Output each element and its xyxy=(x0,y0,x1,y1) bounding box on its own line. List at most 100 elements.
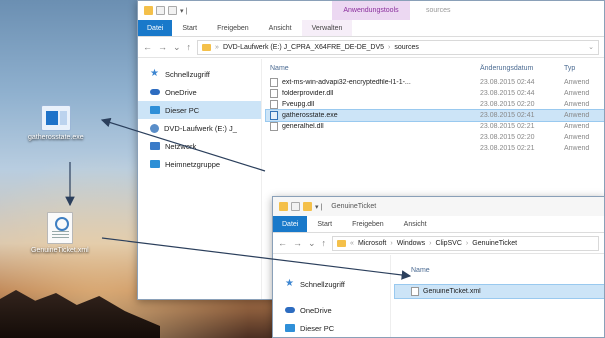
nav-item-onedrive[interactable]: OneDrive xyxy=(273,301,390,319)
desktop-icon-label: gatherosstate.exe xyxy=(28,134,84,141)
file-date: 23.08.2015 02:44 xyxy=(480,79,535,86)
cloud-icon xyxy=(285,307,295,313)
file-date: 23.08.2015 02:44 xyxy=(480,90,535,97)
forward-arrow-icon[interactable]: → xyxy=(158,42,167,52)
pc-icon xyxy=(150,106,160,114)
quick-access-chevron-icon[interactable]: ▾ | xyxy=(180,7,187,15)
back-arrow-icon[interactable]: ← xyxy=(278,238,287,248)
file-name: gatherosstate.exe xyxy=(282,112,338,119)
file-type: Anwend xyxy=(564,90,590,97)
dvd-icon xyxy=(150,123,159,133)
file-type: Anwend xyxy=(564,112,590,119)
tab-file[interactable]: Datei xyxy=(273,216,308,232)
table-row-selected[interactable]: GenuineTicket.xml xyxy=(394,284,604,299)
column-header-date[interactable]: Änderungsdatum xyxy=(480,65,533,72)
file-name: GenuineTicket.xml xyxy=(423,288,481,295)
column-header-name[interactable]: Name xyxy=(270,65,289,72)
address-bar[interactable]: » DVD-Laufwerk (E:) J_CPRA_X64FRE_DE-DE_… xyxy=(197,39,599,55)
tab-manage[interactable]: Verwalten xyxy=(301,20,353,36)
file-date: 23.08.2015 02:20 xyxy=(480,101,535,108)
tab-start[interactable]: Start xyxy=(307,216,342,232)
back-arrow-icon[interactable]: ← xyxy=(143,42,152,52)
properties-icon[interactable] xyxy=(291,202,300,211)
new-folder-icon[interactable] xyxy=(168,6,177,15)
breadcrumb-segment[interactable]: Microsoft xyxy=(358,240,386,247)
nav-item-this-pc[interactable]: Dieser PC xyxy=(273,319,390,337)
table-row[interactable]: ext-ms-win-advapi32-encryptedfile-l1-1-.… xyxy=(266,77,604,88)
exe-file-icon xyxy=(40,105,71,131)
file-name: generalhel.dll xyxy=(282,123,324,130)
file-name: folderprovider.dll xyxy=(282,90,334,97)
window-title: GenuineTicket xyxy=(331,203,377,210)
table-row[interactable]: 23.08.2015 02:20 Anwend xyxy=(266,132,604,143)
window-body: ★ Schnellzugriff OneDrive Dieser PC Name … xyxy=(273,255,604,337)
title-bar: ▾ | Anwendungstools sources xyxy=(138,1,604,20)
column-header-row: Name Änderungsdatum Typ xyxy=(266,59,604,77)
breadcrumb-segment[interactable]: DVD-Laufwerk (E:) J_CPRA_X64FRE_DE-DE_DV… xyxy=(223,44,384,51)
context-tab-label: Anwendungstools xyxy=(332,1,410,20)
window-title: sources xyxy=(426,7,451,14)
forward-arrow-icon[interactable]: → xyxy=(293,238,302,248)
file-type: Anwend xyxy=(564,101,590,108)
file-date: 23.08.2015 02:20 xyxy=(480,134,535,141)
tab-start[interactable]: Start xyxy=(172,20,207,36)
file-date: 23.08.2015 02:21 xyxy=(480,123,535,130)
file-date: 23.08.2015 02:41 xyxy=(480,112,535,119)
up-arrow-icon[interactable]: ↑ xyxy=(322,238,327,248)
homegroup-icon xyxy=(150,160,160,168)
recent-chevron-icon[interactable]: ⌄ xyxy=(173,42,181,53)
tab-view[interactable]: Ansicht xyxy=(259,20,302,36)
nav-item-dvd-drive[interactable]: DVD-Laufwerk (E:) J_ xyxy=(138,119,261,137)
breadcrumb-segment[interactable]: GenuineTicket xyxy=(472,240,517,247)
recent-chevron-icon[interactable]: ⌄ xyxy=(308,238,316,249)
tab-view[interactable]: Ansicht xyxy=(394,216,437,232)
navigation-bar: ← → ⌄ ↑ « Microsoft › Windows › ClipSVC … xyxy=(273,233,604,254)
nav-item-quick-access[interactable]: ★ Schnellzugriff xyxy=(273,275,390,293)
tab-share[interactable]: Freigeben xyxy=(342,216,394,232)
quick-access-chevron-icon[interactable]: ▾ | xyxy=(315,203,322,211)
desktop-icon-gatherosstate[interactable]: gatherosstate.exe xyxy=(28,105,84,141)
desktop-icon-genuineticket[interactable]: GenuineTicket.xml xyxy=(31,212,89,254)
breadcrumb-segment[interactable]: ClipSVC xyxy=(435,240,461,247)
column-header-name[interactable]: Name xyxy=(411,267,430,274)
file-icon xyxy=(270,89,278,98)
file-type: Anwend xyxy=(564,123,590,130)
breadcrumb-segment[interactable]: Windows xyxy=(397,240,425,247)
file-icon xyxy=(270,100,278,109)
star-icon: ★ xyxy=(285,278,294,289)
table-row[interactable]: Fveupg.dll 23.08.2015 02:20 Anwend xyxy=(266,99,604,110)
new-folder-icon[interactable] xyxy=(303,202,312,211)
file-icon xyxy=(270,78,278,87)
table-row-selected[interactable]: gatherosstate.exe 23.08.2015 02:41 Anwen… xyxy=(265,109,604,122)
tab-share[interactable]: Freigeben xyxy=(207,20,259,36)
column-header-type[interactable]: Typ xyxy=(564,65,575,72)
file-icon xyxy=(270,122,278,131)
table-row[interactable]: generalhel.dll 23.08.2015 02:21 Anwend xyxy=(266,121,604,132)
title-bar: ▾ | GenuineTicket xyxy=(273,197,604,216)
xml-file-icon xyxy=(411,287,419,296)
nav-item-network[interactable]: Netzwerk xyxy=(138,137,261,155)
file-name: Fveupg.dll xyxy=(282,101,315,108)
breadcrumb-segment[interactable]: sources xyxy=(394,44,419,51)
table-row[interactable]: folderprovider.dll 23.08.2015 02:44 Anwe… xyxy=(266,88,604,99)
up-arrow-icon[interactable]: ↑ xyxy=(187,42,192,52)
exe-file-icon xyxy=(270,111,278,120)
table-row[interactable]: 23.08.2015 02:21 Anwend xyxy=(266,143,604,154)
folder-icon xyxy=(337,239,347,247)
nav-item-onedrive[interactable]: OneDrive xyxy=(138,83,261,101)
properties-icon[interactable] xyxy=(156,6,165,15)
navigation-bar: ← → ⌄ ↑ » DVD-Laufwerk (E:) J_CPRA_X64FR… xyxy=(138,37,604,58)
nav-item-this-pc[interactable]: Dieser PC xyxy=(138,101,261,119)
folder-icon xyxy=(202,43,212,51)
nav-item-homegroup[interactable]: Heimnetzgruppe xyxy=(138,155,261,173)
file-type: Anwend xyxy=(564,134,590,141)
column-header-row: Name xyxy=(395,261,604,279)
file-type: Anwend xyxy=(564,145,590,152)
folder-icon xyxy=(279,202,288,211)
nav-item-quick-access[interactable]: ★ Schnellzugriff xyxy=(138,65,261,83)
tab-file[interactable]: Datei xyxy=(138,20,173,36)
network-icon xyxy=(150,142,160,150)
ribbon-tabs: Datei Start Freigeben Ansicht xyxy=(273,216,604,233)
address-bar[interactable]: « Microsoft › Windows › ClipSVC › Genuin… xyxy=(332,235,599,251)
dropdown-chevron-icon[interactable]: ⌄ xyxy=(588,43,594,51)
